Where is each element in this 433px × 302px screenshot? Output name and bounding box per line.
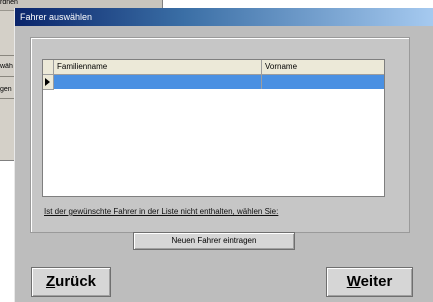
table-cell-vorname[interactable] [262,75,384,89]
hint-text: Ist der gewünschte Fahrer in der Liste n… [44,207,279,216]
next-button-mnemonic: W [346,273,361,290]
table-corner [43,60,54,74]
back-button-mnemonic: Z [45,273,56,290]
table-cell-familienname[interactable] [54,75,262,89]
back-button[interactable]: Zurück [31,267,111,297]
back-button-label: urück [55,273,97,290]
background-label: wäh [0,63,13,70]
column-header-familienname[interactable]: Familienname [54,60,262,74]
dialog-title: Fahrer auswählen [15,8,433,26]
new-driver-button-label: Neuen Fahrer eintragen [171,236,257,245]
background-label: gen [0,86,12,93]
table-header: Familienname Vorname [43,60,384,75]
next-button[interactable]: Weiter [326,267,413,297]
new-driver-button[interactable]: Neuen Fahrer eintragen [133,232,295,250]
next-button-label: eiter [360,273,393,290]
row-pointer-icon [45,78,50,86]
current-row-indicator [43,75,54,90]
driver-table[interactable]: Familienname Vorname [42,59,385,197]
column-header-vorname[interactable]: Vorname [262,60,384,74]
background-label: rdnen [0,0,18,6]
